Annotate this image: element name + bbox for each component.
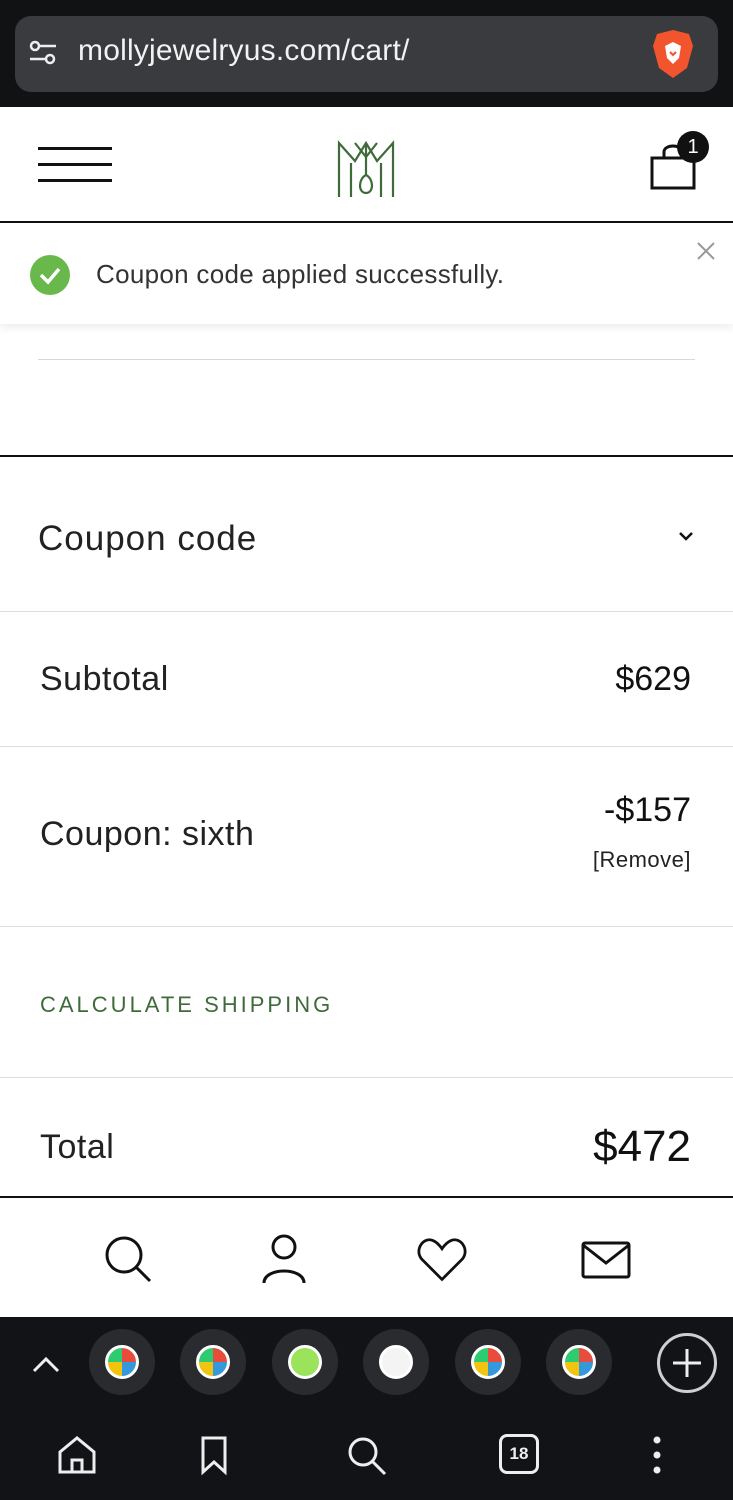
menu-button[interactable] [38, 147, 112, 183]
search-icon[interactable] [345, 1434, 387, 1476]
total-label: Total [40, 1128, 115, 1166]
calculate-shipping-link[interactable]: CALCULATE SHIPPING [40, 992, 333, 1018]
shipping-row: CALCULATE SHIPPING [0, 927, 733, 1078]
coupon-code-label: Coupon code [38, 519, 258, 558]
coupon-discount-row: Coupon: sixth -$157 [Remove] [0, 747, 733, 927]
puzzle-icon [105, 1345, 139, 1379]
search-icon[interactable] [102, 1233, 154, 1285]
account-icon[interactable] [258, 1233, 310, 1285]
chevron-up-icon[interactable] [30, 1349, 62, 1379]
heart-icon[interactable] [416, 1233, 468, 1285]
remove-coupon-link[interactable]: [Remove] [593, 847, 691, 873]
notice-message: Coupon code applied successfully. [96, 259, 505, 289]
tag-icon [288, 1345, 322, 1379]
close-icon[interactable] [693, 238, 719, 264]
site-settings-icon[interactable] [28, 38, 58, 68]
site-header [0, 107, 733, 223]
coupon-discount-value: -$157 [604, 791, 691, 829]
more-menu-icon[interactable] [636, 1434, 678, 1476]
total-value: $472 [593, 1122, 691, 1171]
mail-icon[interactable] [580, 1233, 632, 1285]
url-text[interactable]: mollyjewelryus.com/cart/ [78, 34, 410, 68]
puzzle-icon [471, 1345, 505, 1379]
subtotal-label: Subtotal [40, 660, 169, 698]
home-icon[interactable] [56, 1434, 98, 1476]
puzzle-icon [562, 1345, 596, 1379]
success-notice: Coupon code applied successfully. [0, 224, 733, 324]
tab-thumbnail[interactable] [180, 1329, 246, 1395]
brave-shield-icon[interactable] [651, 28, 695, 80]
subtotal-row: Subtotal $629 [0, 612, 733, 747]
tab-thumbnail[interactable] [89, 1329, 155, 1395]
molly-logo[interactable] [333, 135, 399, 199]
divider [38, 359, 695, 360]
bookmark-icon[interactable] [193, 1434, 235, 1476]
total-row: Total $472 [0, 1078, 733, 1198]
menu-line [38, 147, 112, 150]
lightbulb-icon [379, 1345, 413, 1379]
tab-thumbnail[interactable] [272, 1329, 338, 1395]
coupon-code-toggle[interactable]: Coupon code [0, 457, 733, 612]
site-bottom-nav [0, 1199, 733, 1317]
puzzle-icon [196, 1345, 230, 1379]
tab-thumbnail[interactable] [455, 1329, 521, 1395]
tab-switcher-button[interactable]: 18 [499, 1434, 539, 1474]
chevron-down-icon [679, 532, 693, 541]
coupon-applied-label: Coupon: sixth [40, 815, 255, 853]
menu-line [38, 163, 112, 166]
cart-count-badge: 1 [677, 131, 709, 163]
menu-line [38, 179, 112, 182]
new-tab-button[interactable] [657, 1333, 717, 1393]
browser-top-bar: mollyjewelryus.com/cart/ [0, 0, 733, 107]
subtotal-value: $629 [615, 660, 691, 698]
browser-bottom-bar: 18 [0, 1317, 733, 1500]
tab-thumbnail[interactable] [546, 1329, 612, 1395]
check-circle-icon [30, 255, 70, 295]
tab-thumbnail[interactable] [363, 1329, 429, 1395]
